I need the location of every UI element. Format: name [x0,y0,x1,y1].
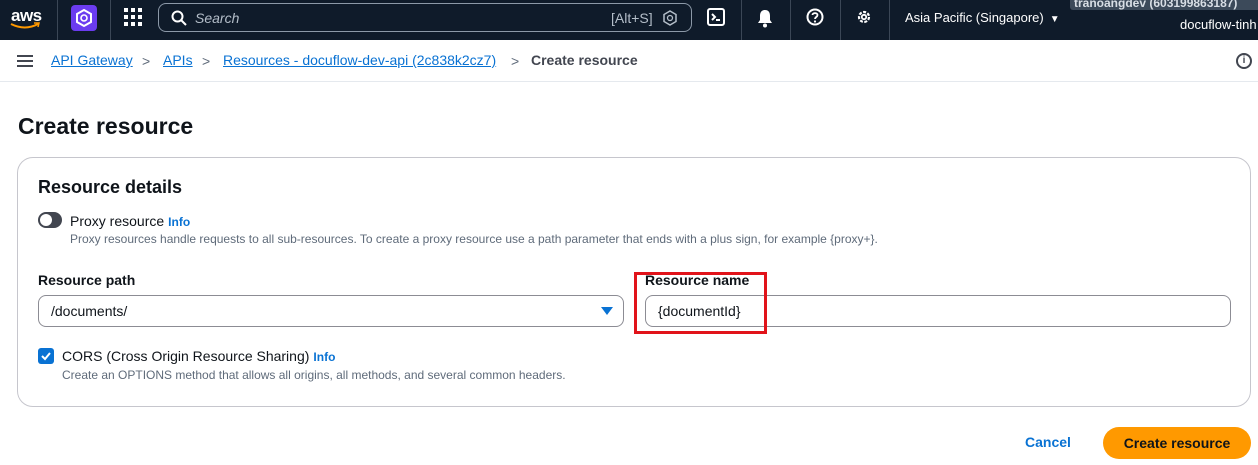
highlight-annotation-box [634,272,767,334]
toggle-knob [40,214,52,226]
notifications-bell-icon[interactable] [756,8,774,28]
cors-info-link[interactable]: Info [313,350,335,364]
breadcrumb-current: Create resource [531,52,638,68]
cors-text: CORS (Cross Origin Resource Sharing) [62,348,310,364]
region-selector[interactable]: Asia Pacific (Singapore) ▼ [905,10,1060,25]
caret-down-icon: ▼ [1049,14,1060,25]
checkmark-icon [41,352,51,361]
region-label: Asia Pacific (Singapore) [905,10,1044,25]
settings-gear-icon[interactable] [855,8,873,26]
breadcrumb-apis[interactable]: APIs [163,52,193,68]
search-placeholder: Search [195,10,240,26]
nav-divider [110,0,111,40]
proxy-resource-label: Proxy resource Info [70,213,190,229]
help-icon[interactable] [806,8,824,26]
chevron-right-icon: > [202,53,211,69]
cors-label: CORS (Cross Origin Resource Sharing) Info [62,348,335,364]
chevron-right-icon: > [142,53,151,69]
amazon-q-icon [663,10,677,26]
resource-path-value: /documents/ [51,303,128,319]
search-input[interactable]: Search [Alt+S] [158,3,692,32]
cors-description: Create an OPTIONS method that allows all… [62,368,566,382]
aws-smile-icon [10,22,40,29]
nav-divider [889,0,890,40]
cors-checkbox[interactable] [38,348,54,364]
proxy-info-link[interactable]: Info [168,215,190,229]
chevron-right-icon: > [511,53,520,69]
aws-logo[interactable]: aws [10,4,44,34]
nav-divider [840,0,841,40]
cancel-button[interactable]: Cancel [1025,434,1071,450]
breadcrumb-resources[interactable]: Resources - docuflow-dev-api (2c838k2cz7… [223,52,496,68]
search-shortcut: [Alt+S] [611,10,653,26]
api-gateway-service-icon[interactable] [71,5,97,31]
cloudshell-icon[interactable] [707,8,725,26]
apps-grid-icon[interactable] [124,8,142,26]
breadcrumb-api-gateway[interactable]: API Gateway [51,52,133,68]
breadcrumb-bar: API Gateway > APIs > Resources - docuflo… [0,40,1258,82]
resource-path-label: Resource path [38,272,136,288]
user-menu[interactable]: docuflow-tinh [1180,17,1257,32]
nav-divider [57,0,58,40]
resource-path-select[interactable]: /documents/ [38,295,624,327]
nav-divider [741,0,742,40]
top-navigation: aws Search [Alt+S] Asia Pacific (Singapo… [0,0,1258,40]
proxy-resource-toggle[interactable] [38,212,62,228]
account-label[interactable]: tranoangdev (603199863187) [1070,0,1258,10]
nav-divider [790,0,791,40]
create-resource-button[interactable]: Create resource [1103,427,1251,459]
hamburger-menu-icon[interactable] [17,55,33,67]
caret-down-icon [601,307,613,315]
proxy-resource-description: Proxy resources handle requests to all s… [70,232,878,246]
proxy-resource-text: Proxy resource [70,213,165,229]
info-panel-icon[interactable]: i [1236,53,1252,69]
search-icon [171,10,187,26]
page-title: Create resource [18,113,194,139]
section-title: Resource details [38,177,183,197]
